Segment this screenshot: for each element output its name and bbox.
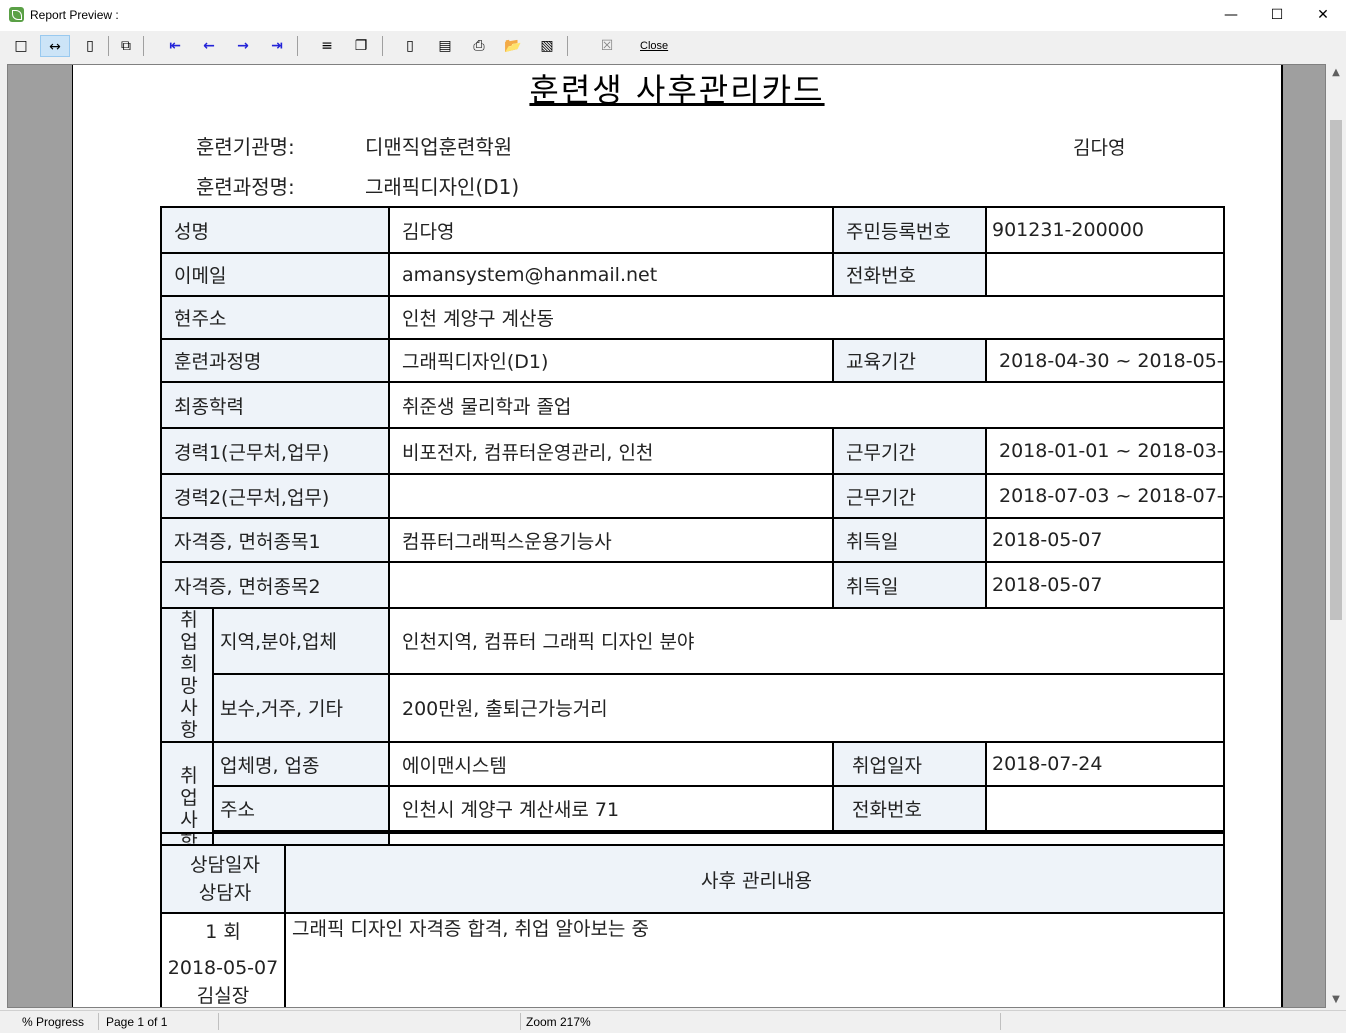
minimize-button[interactable]: — [1208, 0, 1254, 31]
career1-period-label: 근무기간 [832, 427, 987, 475]
job-date-label: 취업일자 [832, 741, 987, 787]
job-company-label: 업체명, 업종 [212, 741, 390, 787]
counsel-date-header-label: 상담일자 [190, 854, 260, 876]
phone-value [985, 252, 1225, 297]
cert1-label: 자격증, 면허종목1 [160, 517, 390, 563]
name-label: 성명 [160, 206, 390, 254]
status-zoom: Zoom 217% [526, 1015, 591, 1029]
job-phone-value [985, 785, 1225, 832]
counsel-round: 1 회 [205, 921, 241, 943]
counsel-date-header: 상담일자 상담자 [160, 844, 286, 914]
window-title: Report Preview : [30, 8, 119, 22]
save-icon[interactable]: ▧ [532, 35, 562, 57]
cert2-value [388, 561, 834, 609]
career2-period-value: 2018-07-03 ~ 2018-07-04 [985, 473, 1225, 519]
rrn-label: 주민등록번호 [832, 206, 987, 254]
first-page-icon[interactable]: ⇤ [160, 35, 190, 57]
job-address-label: 주소 [212, 785, 390, 832]
job-date-value: 2018-07-24 [985, 741, 1225, 787]
report-viewport[interactable]: 훈련생 사후관리카드 훈련기관명: 디맨직업훈련학원 김다영 훈련과정명: 그래… [7, 64, 1326, 1008]
report-page: 훈련생 사후관리카드 훈련기관명: 디맨직업훈련학원 김다영 훈련과정명: 그래… [72, 65, 1283, 1007]
scroll-up-icon[interactable]: ▲ [1326, 64, 1346, 81]
status-bar: % Progress Page 1 of 1 Zoom 217% [0, 1010, 1346, 1033]
job-phone-label: 전화번호 [832, 785, 987, 832]
counsel-table: 상담일자 상담자 사후 관리내용 1 회 2018-05-07 김실장 그래픽 … [160, 832, 1225, 1007]
trainee-name: 김다영 [1073, 137, 1126, 159]
address-value: 인천 계양구 계산동 [388, 295, 1225, 340]
career1-period-value: 2018-01-01 ~ 2018-03-31 [985, 427, 1225, 475]
institution-value: 디맨직업훈련학원 [365, 135, 513, 159]
next-page-icon[interactable]: → [228, 35, 258, 57]
institution-label: 훈련기관명: [196, 135, 295, 159]
single-page-icon[interactable]: □ [6, 35, 36, 57]
career1-value: 비포전자, 컴퓨터운영관리, 인천 [388, 427, 834, 475]
close-window-button[interactable]: ✕ [1300, 0, 1346, 31]
hope-pay-label: 보수,거주, 기타 [212, 672, 390, 743]
phone-label: 전화번호 [832, 252, 987, 297]
course-row-value: 그래픽디자인(D1) [388, 338, 834, 383]
email-label: 이메일 [160, 252, 390, 297]
address-label: 현주소 [160, 295, 390, 340]
cert1-value: 컴퓨터그래픽스운용기능사 [388, 517, 834, 563]
edu-period-value: 2018-04-30 ~ 2018-05-02 [985, 338, 1225, 383]
career2-period-label: 근무기간 [832, 473, 987, 519]
education-value: 취준생 물리학과 졸업 [388, 381, 1225, 429]
career2-label: 경력2(근무처,업무) [160, 473, 390, 519]
maximize-button[interactable]: ☐ [1254, 0, 1300, 31]
counsel-date: 2018-05-07 [167, 957, 279, 979]
vertical-scrollbar[interactable]: ▲ ▼ [1326, 64, 1346, 1008]
title-bar: Report Preview : — ☐ ✕ [0, 0, 1346, 31]
job-company-value: 에이맨시스템 [388, 741, 834, 787]
cert2-date-value: 2018-05-07 [985, 561, 1225, 609]
career1-label: 경력1(근무처,업무) [160, 427, 390, 475]
cert1-date-value: 2018-05-07 [985, 517, 1225, 563]
app-icon [9, 7, 24, 22]
education-label: 최종학력 [160, 381, 390, 429]
report-title: 훈련생 사후관리카드 [529, 71, 825, 109]
print-icon[interactable]: ⎙ [464, 35, 494, 57]
printer-setup-icon[interactable]: ▤ [430, 35, 460, 57]
whole-page-icon[interactable]: ▯ [75, 35, 105, 57]
counsel-counselor-header-label: 상담자 [198, 882, 252, 904]
export-icon[interactable]: ☒ [592, 35, 622, 57]
scroll-down-icon[interactable]: ▼ [1326, 991, 1346, 1008]
toolbar: □ ↔ ▯ ⧉ ⇤ ← → ⇥ ≡ ❐ ▯ ▤ ⎙ 📂 ▧ ☒ Close [0, 31, 1346, 62]
name-value: 김다영 [388, 206, 834, 254]
goto-page-icon[interactable]: ≡ [312, 35, 342, 57]
cert1-date-label: 취득일 [832, 517, 987, 563]
last-page-icon[interactable]: ⇥ [262, 35, 292, 57]
previous-page-icon[interactable]: ← [194, 35, 224, 57]
trainee-card-table: 성명 김다영 주민등록번호 901231-200000 이메일 amansyst… [160, 206, 1225, 876]
hope-pay-value: 200만원, 출퇴근가능거리 [388, 672, 1225, 743]
hope-group-label: 취업 희망 사항 [160, 607, 214, 743]
hope-region-label: 지역,분야,업체 [212, 607, 390, 675]
counsel-content-header: 사후 관리내용 [284, 844, 1225, 914]
cert2-date-label: 취득일 [832, 561, 987, 609]
job-address-value: 인천시 계양구 계산새로 71 [388, 785, 834, 832]
status-progress: % Progress [22, 1015, 85, 1029]
counsel-entry-meta: 1 회 2018-05-07 김실장 [160, 912, 286, 1007]
email-value: amansystem@hanmail.net [388, 252, 834, 297]
close-button[interactable]: Close [640, 40, 668, 52]
status-page: Page 1 of 1 [106, 1015, 168, 1029]
scroll-thumb[interactable] [1330, 120, 1342, 620]
multi-page-icon[interactable]: ⧉ [111, 35, 141, 57]
course-row-label: 훈련과정명 [160, 338, 390, 383]
course-value: 그래픽디자인(D1) [365, 175, 520, 199]
page-setup-icon[interactable]: ▯ [395, 35, 425, 57]
counsel-content: 그래픽 디자인 자격증 합격, 취업 알아보는 중 [284, 912, 1225, 1007]
page-width-icon[interactable]: ↔ [40, 35, 70, 57]
rrn-value: 901231-200000 [985, 206, 1225, 254]
course-label: 훈련과정명: [196, 175, 295, 199]
counsel-counselor: 김실장 [196, 985, 250, 1007]
cert2-label: 자격증, 면허종목2 [160, 561, 390, 609]
edu-period-label: 교육기간 [832, 338, 987, 383]
career2-value [388, 473, 834, 519]
hope-region-value: 인천지역, 컴퓨터 그래픽 디자인 분야 [388, 607, 1225, 675]
copy-icon[interactable]: ❐ [346, 35, 376, 57]
open-folder-icon[interactable]: 📂 [498, 35, 528, 57]
